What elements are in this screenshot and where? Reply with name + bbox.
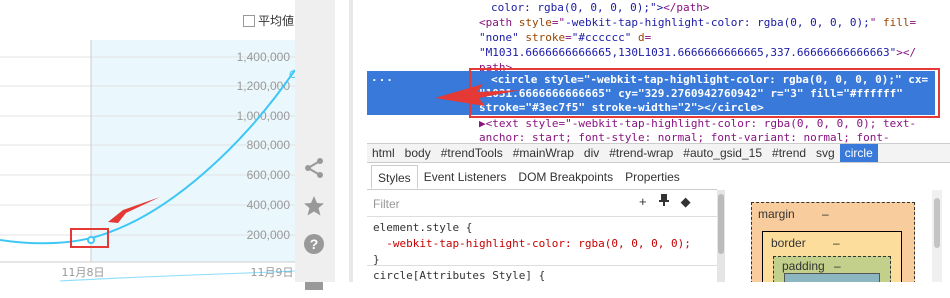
- styles-filter-row: Filter + ◆: [367, 190, 717, 217]
- more-icon[interactable]: [300, 270, 328, 298]
- tab-properties[interactable]: Properties: [619, 165, 686, 189]
- star-icon[interactable]: [300, 192, 328, 220]
- style-selector: element.style {: [373, 221, 473, 234]
- boxmodel-scrollbar[interactable]: [932, 190, 942, 282]
- filter-input[interactable]: Filter: [373, 197, 400, 211]
- add-rule-icon[interactable]: +: [639, 194, 647, 210]
- code-token: stroke: [525, 31, 566, 44]
- breadcrumb-item[interactable]: #trendTools: [436, 144, 508, 162]
- code-token: color: rgba(0, 0, 0, 0);">: [491, 1, 664, 14]
- code-token: ></: [896, 46, 917, 59]
- code-token: d: [637, 31, 645, 44]
- border-label: border: [771, 236, 806, 250]
- dom-line[interactable]: ▶<text style="-webkit-tap-highlight-colo…: [479, 116, 950, 131]
- dom-line[interactable]: color: rgba(0, 0, 0, 0);"></path>: [491, 0, 950, 15]
- style-selector: circle[Attributes Style] {: [373, 269, 546, 282]
- code-token: fill: [883, 16, 910, 29]
- breadcrumb-item[interactable]: circle: [839, 144, 878, 162]
- sidebar-tabs: Styles Event Listeners DOM Breakpoints Prop…: [367, 165, 717, 190]
- breadcrumb-item[interactable]: #trend-wrap: [604, 144, 678, 162]
- breadcrumb-item[interactable]: #mainWrap: [508, 144, 579, 162]
- breadcrumb-item[interactable]: #auto_gsid_15: [678, 144, 767, 162]
- style-property[interactable]: -webkit-tap-highlight-color: rgba(0, 0, …: [373, 237, 691, 250]
- code-token: -webkit-tap-highlight-color: rgba(0, 0, …: [565, 16, 870, 29]
- y-tick-label: 1,200,000: [237, 79, 291, 93]
- code-token: "#cccccc": [571, 31, 638, 44]
- rule-separator: [367, 265, 717, 266]
- y-tick-label: 600,000: [247, 168, 291, 182]
- breadcrumb-item[interactable]: svg: [811, 144, 840, 162]
- dom-line[interactable]: "M1031.6666666666665,130L1031.6666666666…: [479, 45, 950, 60]
- breadcrumb-item[interactable]: div: [579, 144, 604, 162]
- highlight-point: [87, 236, 95, 244]
- share-icon[interactable]: [300, 154, 328, 182]
- y-tick-label: 200,000: [247, 228, 291, 242]
- code-token: =: [644, 31, 652, 44]
- help-icon[interactable]: ?: [300, 230, 328, 258]
- pin-icon[interactable]: [658, 194, 669, 210]
- devtools-arrow-icon: [435, 84, 521, 106]
- pane-divider[interactable]: [335, 0, 367, 282]
- code-token: "M1031.6666666666665,130L1031.6666666666…: [479, 46, 897, 59]
- code-token: ": [869, 16, 884, 29]
- box-margin: margin – border – padding –: [751, 202, 915, 282]
- average-toggle[interactable]: 平均値: [243, 12, 294, 29]
- trend-chart: 1,400,000 1,200,000 1,000,000 800,000 600,00…: [0, 0, 295, 282]
- box-border: border – padding –: [762, 231, 902, 282]
- styles-scrollbar[interactable]: [717, 190, 725, 282]
- x-tick-label: 11月8日: [62, 266, 105, 279]
- padding-value: –: [834, 259, 841, 273]
- selection-highlight-box: [469, 68, 940, 118]
- padding-label: padding: [782, 259, 825, 273]
- average-label: 平均値: [258, 14, 295, 28]
- breadcrumb-item[interactable]: body: [400, 144, 436, 162]
- box-content: [784, 273, 880, 282]
- dom-line[interactable]: <path style="-webkit-tap-highlight-color…: [479, 15, 950, 30]
- tab-styles[interactable]: Styles: [371, 165, 418, 189]
- code-token: </path>: [663, 1, 710, 14]
- svg-text:?: ?: [310, 236, 319, 252]
- code-token: <path: [479, 16, 519, 29]
- chart-canvas: 1,400,0001,200,0001,000,000800,000600,00…: [0, 40, 295, 282]
- margin-value: –: [822, 207, 829, 221]
- y-tick-label: 1,400,000: [237, 50, 291, 64]
- code-token: =: [909, 16, 917, 29]
- box-padding: padding –: [773, 256, 891, 282]
- code-token: style: [518, 16, 552, 29]
- node-menu-dots[interactable]: ...: [371, 71, 394, 84]
- box-model: margin – border – padding –: [725, 190, 950, 282]
- breadcrumb-item[interactable]: html: [367, 144, 400, 162]
- border-value: –: [833, 236, 840, 250]
- code-token: =": [551, 16, 566, 29]
- color-format-icon[interactable]: ◆: [681, 194, 691, 210]
- devtools-panel: color: rgba(0, 0, 0, 0);"></path> <path s…: [367, 0, 950, 282]
- tab-event-listeners[interactable]: Event Listeners: [418, 165, 513, 189]
- breadcrumb-item[interactable]: #trend: [767, 144, 811, 162]
- dom-line[interactable]: "none" stroke="#cccccc" d=: [479, 30, 950, 45]
- y-tick-label: 400,000: [247, 198, 291, 212]
- code-token: =: [565, 31, 572, 44]
- average-checkbox[interactable]: [243, 14, 255, 27]
- breadcrumb: html body #trendTools #mainWrap div #trend-wr…: [367, 143, 950, 163]
- tab-dom-breakpoints[interactable]: DOM Breakpoints: [512, 165, 619, 189]
- y-tick-label: 800,000: [247, 138, 291, 152]
- code-token: "none": [479, 31, 526, 44]
- margin-label: margin: [758, 207, 795, 221]
